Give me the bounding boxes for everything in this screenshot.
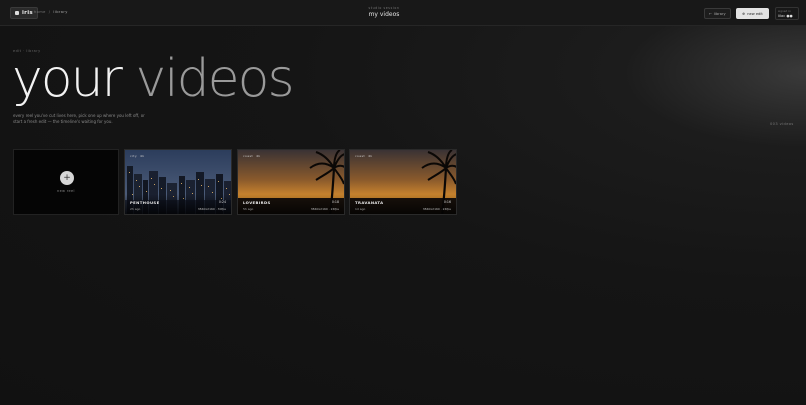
video-count: 003 videos [770, 122, 794, 126]
page-title: your videos [12, 53, 295, 105]
plus-icon: ⊕ [742, 11, 746, 16]
page-title-your: your [12, 49, 136, 109]
video-tag: 4k [368, 154, 373, 158]
page-header-title: my videos [368, 11, 400, 18]
page-title-videos: videos [135, 49, 294, 109]
logo-icon [15, 11, 19, 15]
new-edit-button-label: new edit [747, 11, 763, 16]
video-resolution: 3840x2160 · 24fps [422, 207, 451, 211]
breadcrumb-separator: / [48, 10, 51, 14]
breadcrumb-library[interactable]: library [53, 10, 67, 14]
video-updated: 5h ago [243, 207, 254, 211]
new-reel-label: new reel [57, 189, 75, 193]
user-kicker: signed in [778, 9, 791, 13]
app-name: iris [22, 10, 33, 16]
header-kicker: studio session [368, 6, 400, 10]
video-tag: 4k [140, 154, 145, 158]
top-bar: iris home / library studio session my vi… [0, 0, 806, 26]
video-duration: 0:18 [331, 200, 339, 204]
video-tags: coast 4k [355, 154, 373, 158]
plus-icon: + [60, 171, 74, 185]
video-resolution: 3840x2160 · 30fps [197, 207, 226, 211]
new-edit-button[interactable]: ⊕ new edit [736, 8, 769, 19]
video-card[interactable]: coast 4k TRAVANATA 0:16 1d ago 3840x2160… [349, 149, 457, 215]
new-reel-card[interactable]: + new reel [13, 149, 119, 215]
video-updated: 1d ago [355, 207, 366, 211]
video-card[interactable]: coast 4k LOVEBIRDS 0:18 5h ago 3840x2160… [237, 149, 345, 215]
library-button-label: library [714, 11, 726, 16]
video-duration: 0:16 [443, 200, 451, 204]
video-duration: 0:24 [218, 200, 226, 204]
video-title: TRAVANATA [355, 200, 384, 205]
video-tags: city 4k [130, 154, 145, 158]
user-menu[interactable]: signed in lilac ●● [775, 7, 799, 20]
video-tags: coast 4k [243, 154, 261, 158]
video-tag: coast [355, 154, 366, 158]
breadcrumb: home / library [34, 10, 68, 14]
video-title: LOVEBIRDS [243, 200, 271, 205]
video-tag: coast [243, 154, 254, 158]
video-updated: 2h ago [130, 207, 141, 211]
video-tag: city [130, 154, 138, 158]
breadcrumb-home[interactable]: home [34, 10, 46, 14]
user-name: lilac ●● [778, 14, 793, 18]
page-subtitle: every reel you've cut lives here, pick o… [13, 113, 145, 124]
video-tag: 4k [256, 154, 261, 158]
video-title: PENTHOUSE [130, 200, 160, 205]
header-title-block: studio session my videos [353, 6, 415, 18]
video-resolution: 3840x2160 · 24fps [310, 207, 339, 211]
video-card[interactable]: city 4k PENTHOUSE 0:24 2h ago 3840x2160 … [124, 149, 232, 215]
library-button[interactable]: ← library [704, 8, 731, 19]
arrow-left-icon: ← [709, 11, 713, 16]
